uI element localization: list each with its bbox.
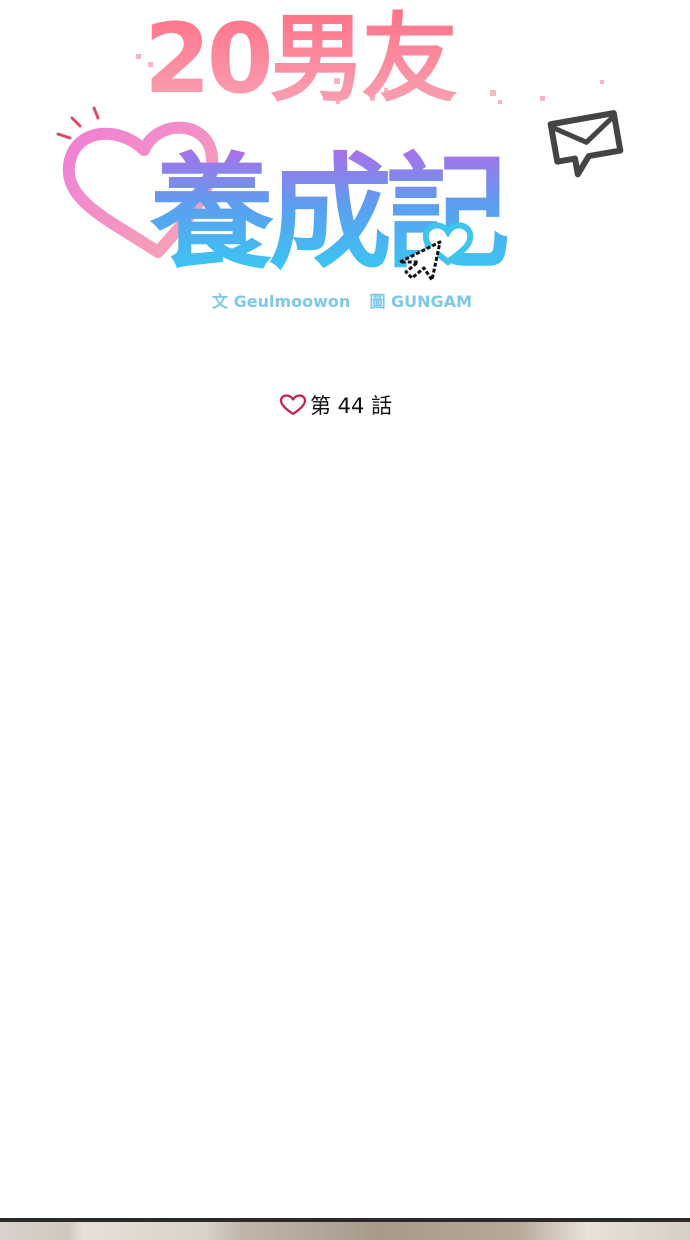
mail-bubble-icon <box>547 110 624 178</box>
title-line1: 20男友 <box>144 3 458 115</box>
title-line2: 養成記 <box>149 142 508 286</box>
next-comic-panel <box>0 1218 690 1240</box>
episode-title: 第 44 話 <box>278 390 392 420</box>
heart-outline-icon <box>278 393 308 417</box>
comic-logo: 20男友 養成記 <box>40 0 640 320</box>
artist-label: 圖 <box>369 292 386 311</box>
episode-label: 第 44 話 <box>310 394 393 418</box>
panel-artwork-strip <box>0 1222 690 1240</box>
writer-name: Geulmoowon <box>233 292 351 311</box>
writer-label: 文 <box>212 292 229 311</box>
artist-name: GUNGAM <box>391 292 472 311</box>
